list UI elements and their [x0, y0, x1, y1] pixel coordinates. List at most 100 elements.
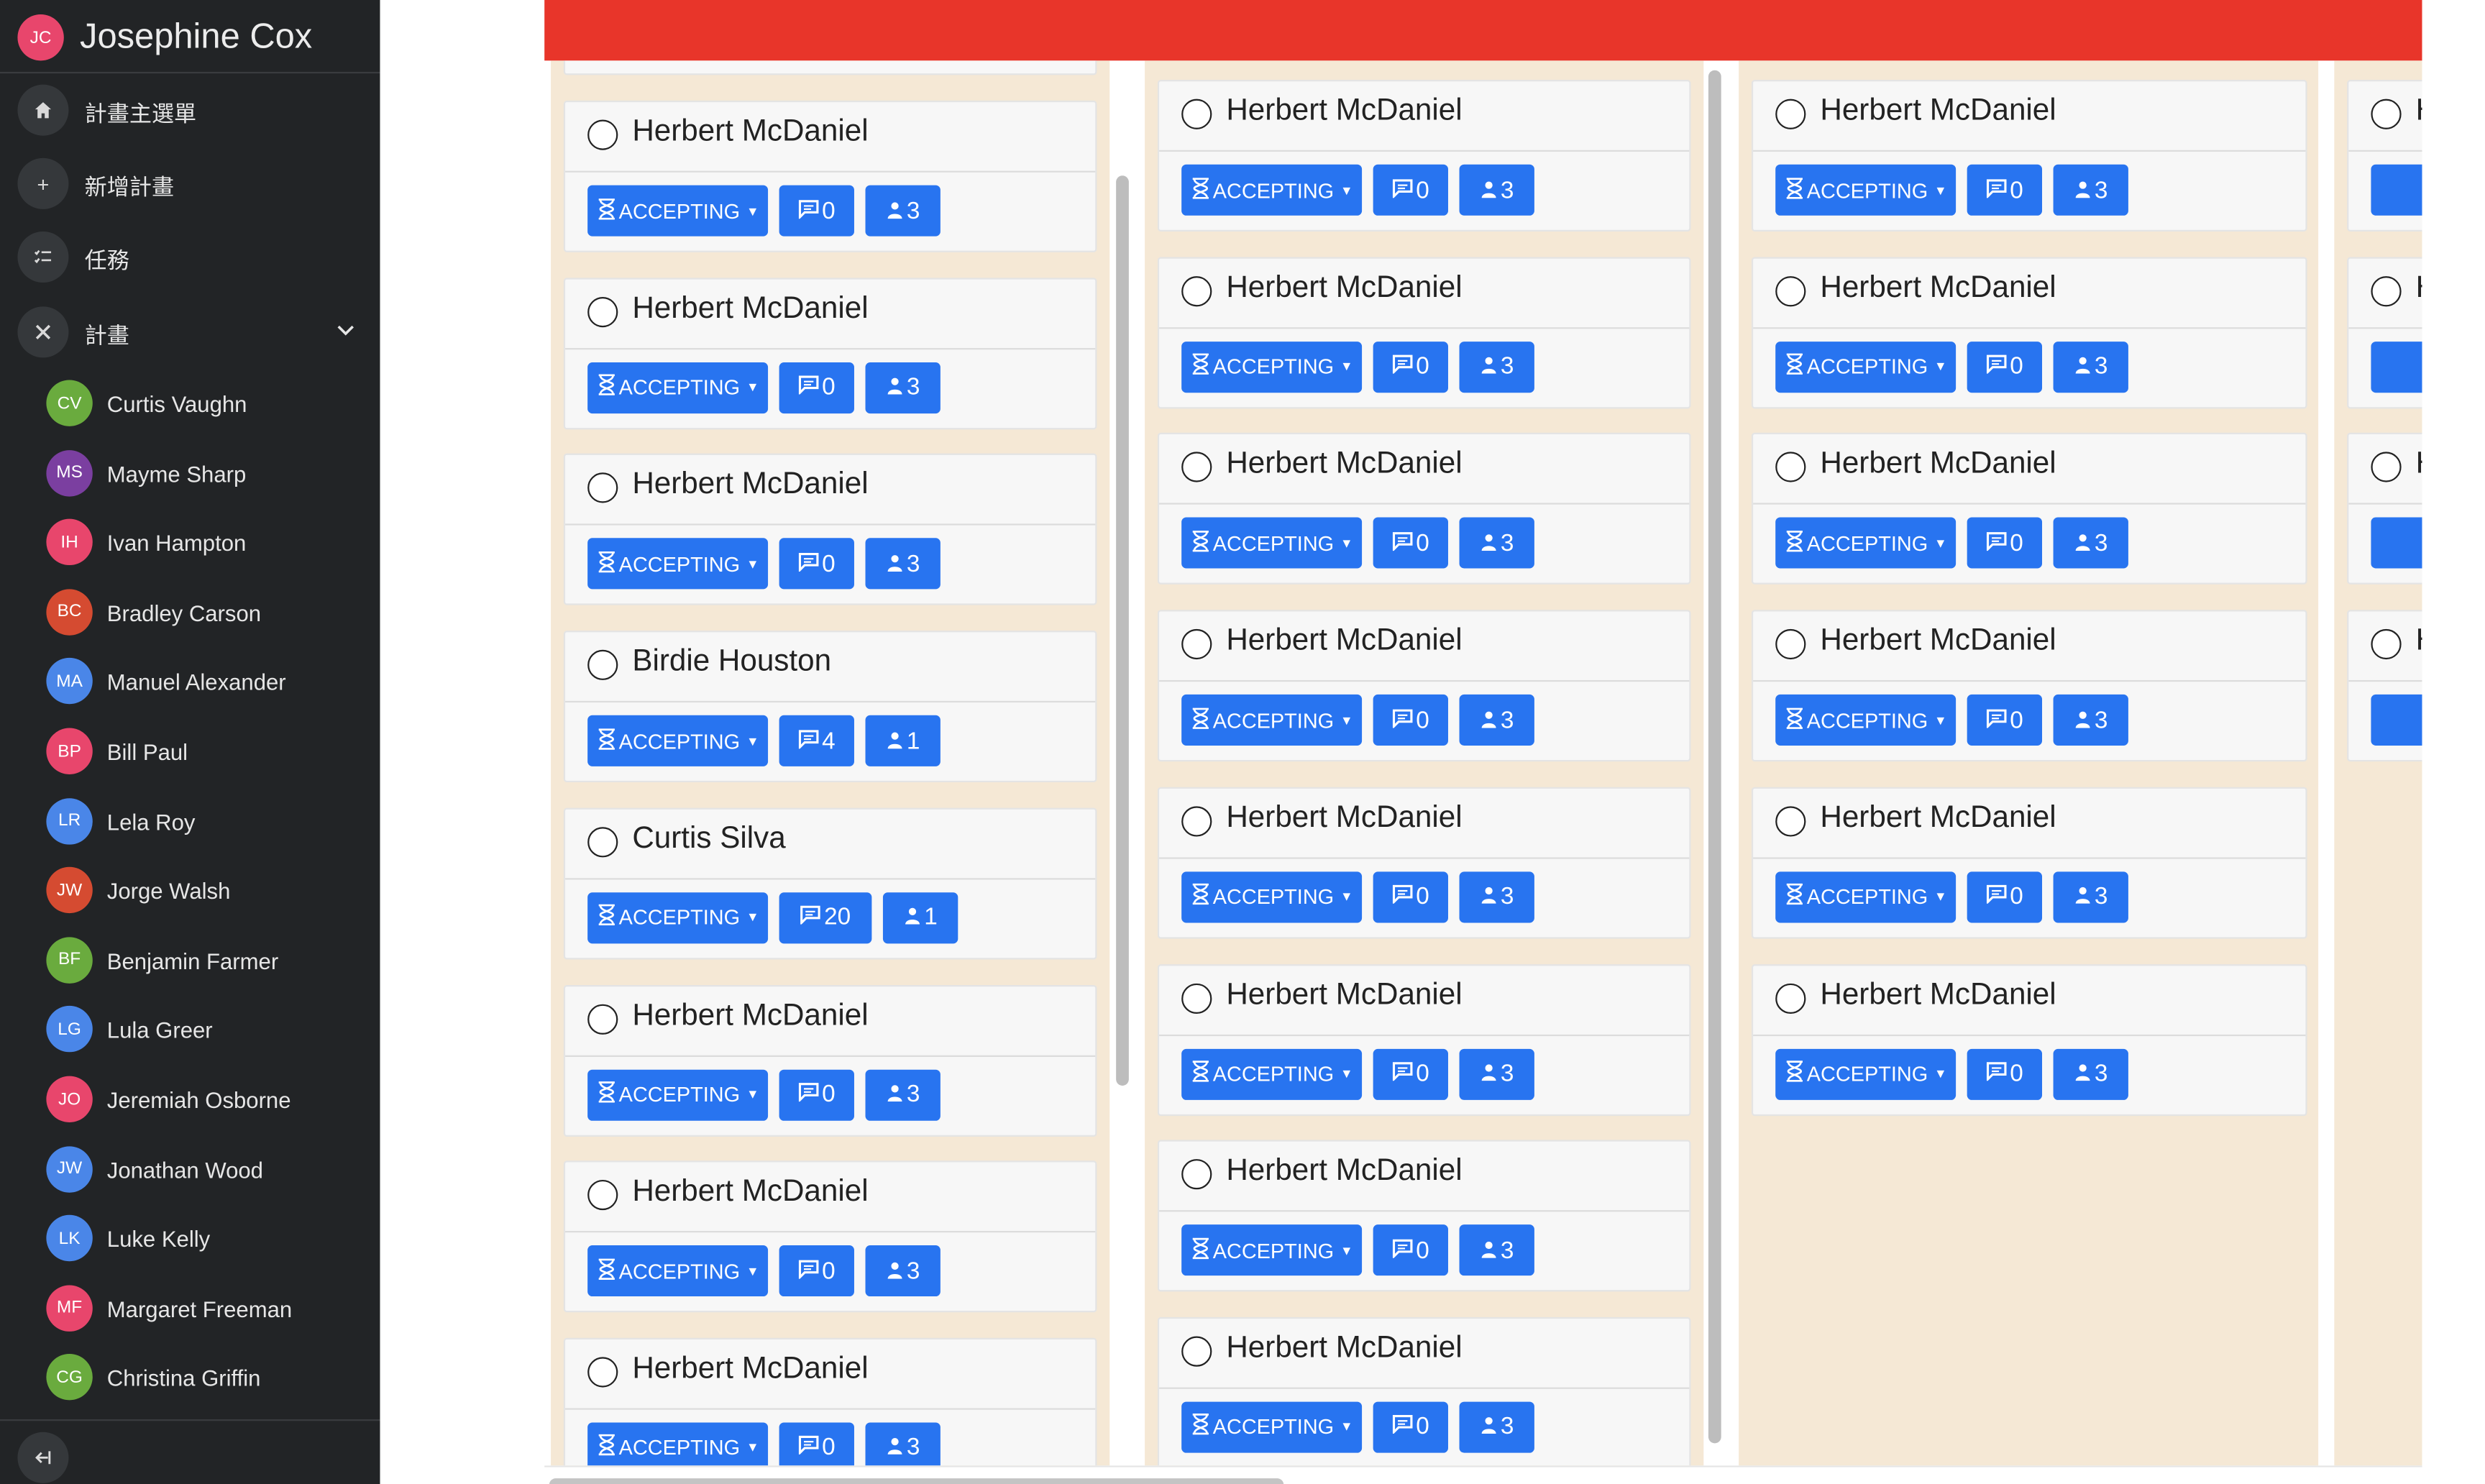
members-button[interactable]: 3	[1459, 164, 1534, 216]
task-complete-radio[interactable]	[1775, 275, 1806, 306]
status-dropdown-button[interactable]: ACCEPTING ▼	[1181, 341, 1363, 393]
task-complete-radio[interactable]	[2371, 275, 2402, 306]
status-dropdown-button[interactable]: A▼	[2371, 341, 2422, 393]
status-dropdown-button[interactable]: ACCEPTING ▼	[587, 539, 769, 590]
comments-button[interactable]: 4	[779, 715, 854, 767]
members-button[interactable]: 3	[865, 1245, 941, 1297]
task-title[interactable]: Herbert McDaniel	[1226, 801, 1462, 836]
members-button[interactable]: 3	[2053, 695, 2128, 746]
comments-button[interactable]: 0	[1967, 871, 2043, 922]
sidebar-member-item[interactable]: MA Manuel Alexander	[46, 658, 373, 707]
members-button[interactable]: 3	[1459, 1401, 1534, 1453]
task-complete-radio[interactable]	[1775, 805, 1806, 837]
task-card[interactable]: Herbert McDaniel ACCEPTING ▼ 0 3	[1157, 610, 1691, 762]
task-card[interactable]: Curtis Silva ACCEPTING ▼ 20 1	[563, 807, 1097, 960]
task-title[interactable]: Herbert McDaniel	[1820, 978, 2056, 1013]
horizontal-scroll-thumb[interactable]	[549, 1478, 1284, 1484]
status-dropdown-button[interactable]: ACCEPTING ▼	[1775, 518, 1957, 569]
members-button[interactable]: 3	[865, 1068, 941, 1120]
status-dropdown-button[interactable]: ACCEPTING ▼	[587, 1068, 769, 1120]
task-title[interactable]: Herbert McDaniel	[632, 115, 868, 150]
sidebar-member-item[interactable]: JW Jorge Walsh	[46, 867, 373, 915]
sidebar-member-item[interactable]: MF Margaret Freeman	[46, 1285, 373, 1333]
status-dropdown-button[interactable]: ACCEPTING ▼	[587, 892, 769, 943]
task-title[interactable]: Herbert McDaniel	[632, 999, 868, 1034]
comments-button[interactable]: 20	[779, 892, 872, 943]
status-dropdown-button[interactable]: ACCEPTING ▼	[1775, 1048, 1957, 1099]
members-button[interactable]: 3	[1459, 1224, 1534, 1276]
sidebar-member-item[interactable]: LK Luke Kelly	[46, 1215, 373, 1263]
task-title[interactable]: Herbert McDaniel	[1226, 624, 1462, 659]
status-dropdown-button[interactable]: ACCEPTING ▼	[1775, 164, 1957, 216]
task-title[interactable]: Herbert McDaniel	[632, 1176, 868, 1211]
task-complete-radio[interactable]	[587, 1003, 618, 1034]
task-complete-radio[interactable]	[1775, 99, 1806, 129]
task-title[interactable]: Herbert McDaniel	[1820, 448, 2056, 483]
comments-button[interactable]: 0	[1967, 695, 2043, 746]
status-dropdown-button[interactable]: ACCEPTING ▼	[1181, 164, 1363, 216]
sidebar-member-item[interactable]: MS Mayme Sharp	[46, 449, 373, 498]
task-card[interactable]: Herbert McDaniel ACCEPTING ▼ 0 3	[1751, 80, 2307, 232]
task-complete-radio[interactable]	[1181, 1336, 1212, 1367]
column-1-scrollbar[interactable]	[1116, 175, 1129, 1086]
task-complete-radio[interactable]	[587, 1180, 618, 1211]
task-title[interactable]: Herbert McDaniel	[632, 1352, 868, 1388]
task-card[interactable]: Herbert McDaniel ACCEPTING ▼ 0 3	[1751, 610, 2307, 762]
members-button[interactable]: 1	[865, 715, 941, 767]
members-button[interactable]: 3	[2053, 1048, 2128, 1099]
status-dropdown-button[interactable]: ACCEPTING ▼	[587, 185, 769, 237]
status-dropdown-button[interactable]: A▼	[2371, 164, 2422, 216]
members-button[interactable]: 3	[1459, 695, 1534, 746]
task-title[interactable]: H	[2416, 624, 2422, 659]
task-card[interactable]: Herbert McDaniel ACCEPTING ▼ 0 3	[563, 100, 1097, 252]
task-title[interactable]: Herbert McDaniel	[1226, 94, 1462, 129]
task-complete-radio[interactable]	[1181, 452, 1212, 483]
status-dropdown-button[interactable]: ACCEPTING ▼	[587, 1245, 769, 1297]
task-card[interactable]: Herbert McDaniel ACCEPTING ▼ 0 3	[563, 277, 1097, 429]
task-card[interactable]: H A▼	[2347, 256, 2422, 408]
comments-button[interactable]: 0	[1967, 341, 2043, 393]
comments-button[interactable]: 0	[1373, 1401, 1448, 1453]
comments-button[interactable]: 0	[779, 362, 854, 413]
status-dropdown-button[interactable]: ACCEPTING ▼	[1181, 695, 1363, 746]
task-complete-radio[interactable]	[1775, 452, 1806, 483]
members-button[interactable]: 3	[1459, 871, 1534, 922]
members-button[interactable]: 3	[1459, 518, 1534, 569]
task-card[interactable]: Herbert McDaniel ACCEPTING ▼ 0 3	[1157, 1140, 1691, 1292]
task-complete-radio[interactable]	[1775, 629, 1806, 660]
comments-button[interactable]: 0	[1967, 518, 2043, 569]
members-button[interactable]: 3	[1459, 1048, 1534, 1099]
members-button[interactable]: 3	[2053, 164, 2128, 216]
sidebar-header[interactable]: JC Josephine Cox	[0, 0, 380, 74]
task-title[interactable]: Herbert McDaniel	[1226, 978, 1462, 1013]
nav-tasks[interactable]: 任務	[17, 231, 377, 283]
status-dropdown-button[interactable]: ACCEPTING ▼	[1181, 871, 1363, 922]
status-dropdown-button[interactable]: ACCEPTING ▼	[1181, 1401, 1363, 1453]
task-card[interactable]: Herbert McDaniel ACCEPTING ▼ 0 3	[1157, 256, 1691, 408]
nav-main-menu[interactable]: 計畫主選單	[17, 84, 377, 136]
sidebar-member-item[interactable]: LG Lula Greer	[46, 1006, 373, 1055]
task-card[interactable]: Herbert McDaniel ACCEPTING ▼ 0 3	[1157, 80, 1691, 232]
comments-button[interactable]: 0	[1967, 1048, 2043, 1099]
members-button[interactable]: 3	[865, 185, 941, 237]
sidebar-member-item[interactable]: CG Christina Griffin	[46, 1354, 373, 1403]
comments-button[interactable]: 0	[1373, 518, 1448, 569]
task-title[interactable]: H	[2416, 271, 2422, 306]
comments-button[interactable]: 0	[779, 185, 854, 237]
status-dropdown-button[interactable]: ACCEPTING ▼	[1181, 1048, 1363, 1099]
sidebar-member-item[interactable]: LR Lela Roy	[46, 797, 373, 846]
task-card[interactable]: Herbert McDaniel ACCEPTING ▼ 0 3	[563, 984, 1097, 1136]
status-dropdown-button[interactable]: ACCEPTING ▼	[1775, 695, 1957, 746]
sidebar-member-item[interactable]: BP Bill Paul	[46, 728, 373, 777]
sidebar-member-item[interactable]: BF Benjamin Farmer	[46, 936, 373, 985]
members-button[interactable]: 3	[2053, 518, 2128, 569]
task-title[interactable]: Herbert McDaniel	[1226, 1332, 1462, 1367]
task-card[interactable]: Herbert McDaniel ACCEPTING ▼ 0 3	[1751, 433, 2307, 585]
sidebar-member-item[interactable]: BC Bradley Carson	[46, 588, 373, 637]
nav-new-project[interactable]: + 新增計畫	[17, 157, 377, 209]
status-dropdown-button[interactable]: ACCEPTING ▼	[1775, 341, 1957, 393]
status-dropdown-button[interactable]: A▼	[2371, 695, 2422, 746]
task-title[interactable]: H	[2416, 448, 2422, 483]
column-2-scrollbar[interactable]	[1708, 70, 1721, 1444]
members-button[interactable]: 3	[865, 362, 941, 413]
